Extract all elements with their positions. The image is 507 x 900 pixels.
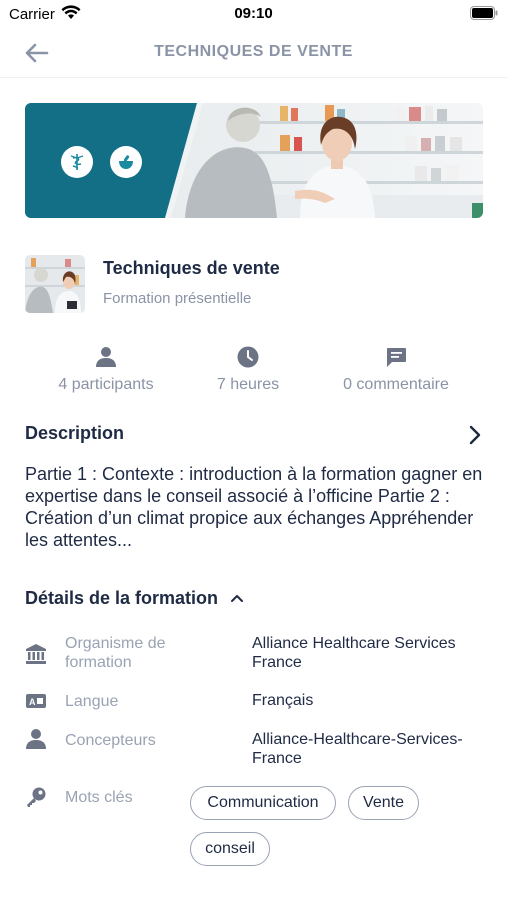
key-icon — [25, 786, 47, 808]
pharmacist-serving-customer-image — [25, 103, 483, 218]
clock-icon — [237, 346, 259, 368]
battery-icon — [470, 6, 498, 20]
language-label: Langue — [65, 693, 119, 710]
page-title: TECHNIQUES DE VENTE — [154, 43, 353, 60]
language-icon: A — [25, 690, 47, 712]
tag-vente[interactable]: Vente — [348, 786, 419, 820]
course-title: Techniques de vente — [103, 258, 280, 278]
tag-conseil[interactable]: conseil — [190, 832, 270, 866]
course-banner-image — [25, 103, 483, 218]
description-text: Partie 1 : Contexte : introduction à la … — [25, 464, 483, 550]
status-bar: Carrier 09:10 — [0, 0, 507, 28]
comment-icon — [387, 348, 406, 367]
designers-value: Alliance-Healthcare-Services-France — [252, 731, 463, 767]
organization-value: Alliance Healthcare Services France — [252, 635, 456, 671]
caduceus-icon — [61, 146, 93, 178]
designers-label: Concepteurs — [65, 732, 156, 749]
duration-value: 7 heures — [216, 376, 280, 393]
tag-communication[interactable]: Communication — [190, 786, 336, 820]
details-header[interactable]: Détails de la formation — [25, 588, 244, 609]
participants-count: 4 participants — [58, 376, 154, 393]
comments-count: 0 commentaire — [343, 376, 449, 393]
stat-participants: 4 participants — [26, 346, 186, 394]
organization-label: Organisme de formation — [65, 635, 166, 671]
bank-icon — [25, 643, 47, 665]
stat-comments: 0 commentaire — [316, 346, 476, 394]
course-type: Formation présentielle — [103, 290, 252, 307]
pill-mortar-icon — [110, 146, 142, 178]
stat-duration: 7 heures — [168, 346, 328, 394]
person-icon — [25, 728, 47, 750]
status-time: 09:10 — [234, 5, 273, 22]
description-title: Description — [25, 423, 125, 443]
chevron-right-icon — [469, 425, 481, 445]
details-title: Détails de la formation — [25, 588, 219, 608]
svg-text:A: A — [29, 697, 36, 707]
person-icon — [96, 347, 116, 367]
navigation-bar: TECHNIQUES DE VENTE — [0, 28, 507, 78]
chevron-up-icon — [231, 595, 244, 602]
course-thumbnail — [25, 255, 85, 313]
language-value: Français — [252, 692, 314, 709]
description-header[interactable]: Description — [25, 423, 485, 447]
